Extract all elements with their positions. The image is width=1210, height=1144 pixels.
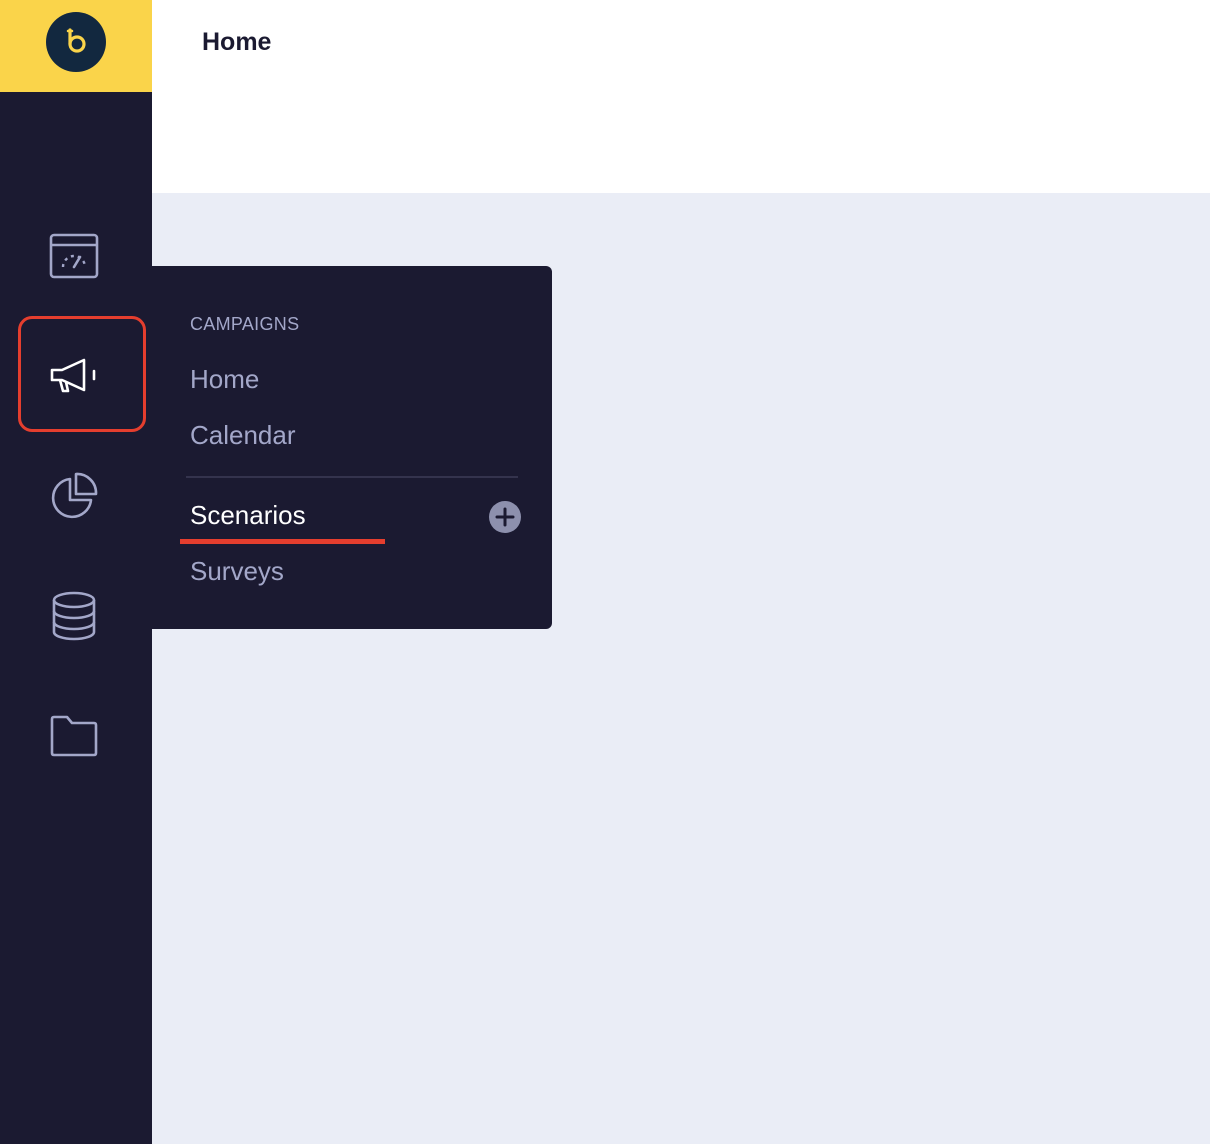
pie-chart-icon[interactable] [44,466,104,526]
flyout-divider [186,476,518,478]
flyout-item-surveys[interactable]: Surveys [190,556,284,587]
megaphone-icon[interactable] [44,346,104,406]
dashboard-icon[interactable] [44,226,104,286]
brand-logo-icon[interactable] [46,12,106,72]
active-item-underline [180,539,385,544]
database-icon[interactable] [44,586,104,646]
flyout-item-scenarios[interactable]: Scenarios [190,500,306,531]
sidebar [0,0,152,1144]
logo-area [0,0,152,92]
flyout-item-home[interactable]: Home [190,364,259,395]
page-title: Home [202,28,272,56]
flyout-item-calendar[interactable]: Calendar [190,420,296,451]
folder-icon[interactable] [44,706,104,766]
campaigns-flyout-menu: CAMPAIGNS Home Calendar Scenarios Survey… [152,266,552,629]
flyout-heading: CAMPAIGNS [190,314,300,334]
page-header: Home [152,0,1210,193]
plus-circle-icon[interactable] [489,501,521,533]
